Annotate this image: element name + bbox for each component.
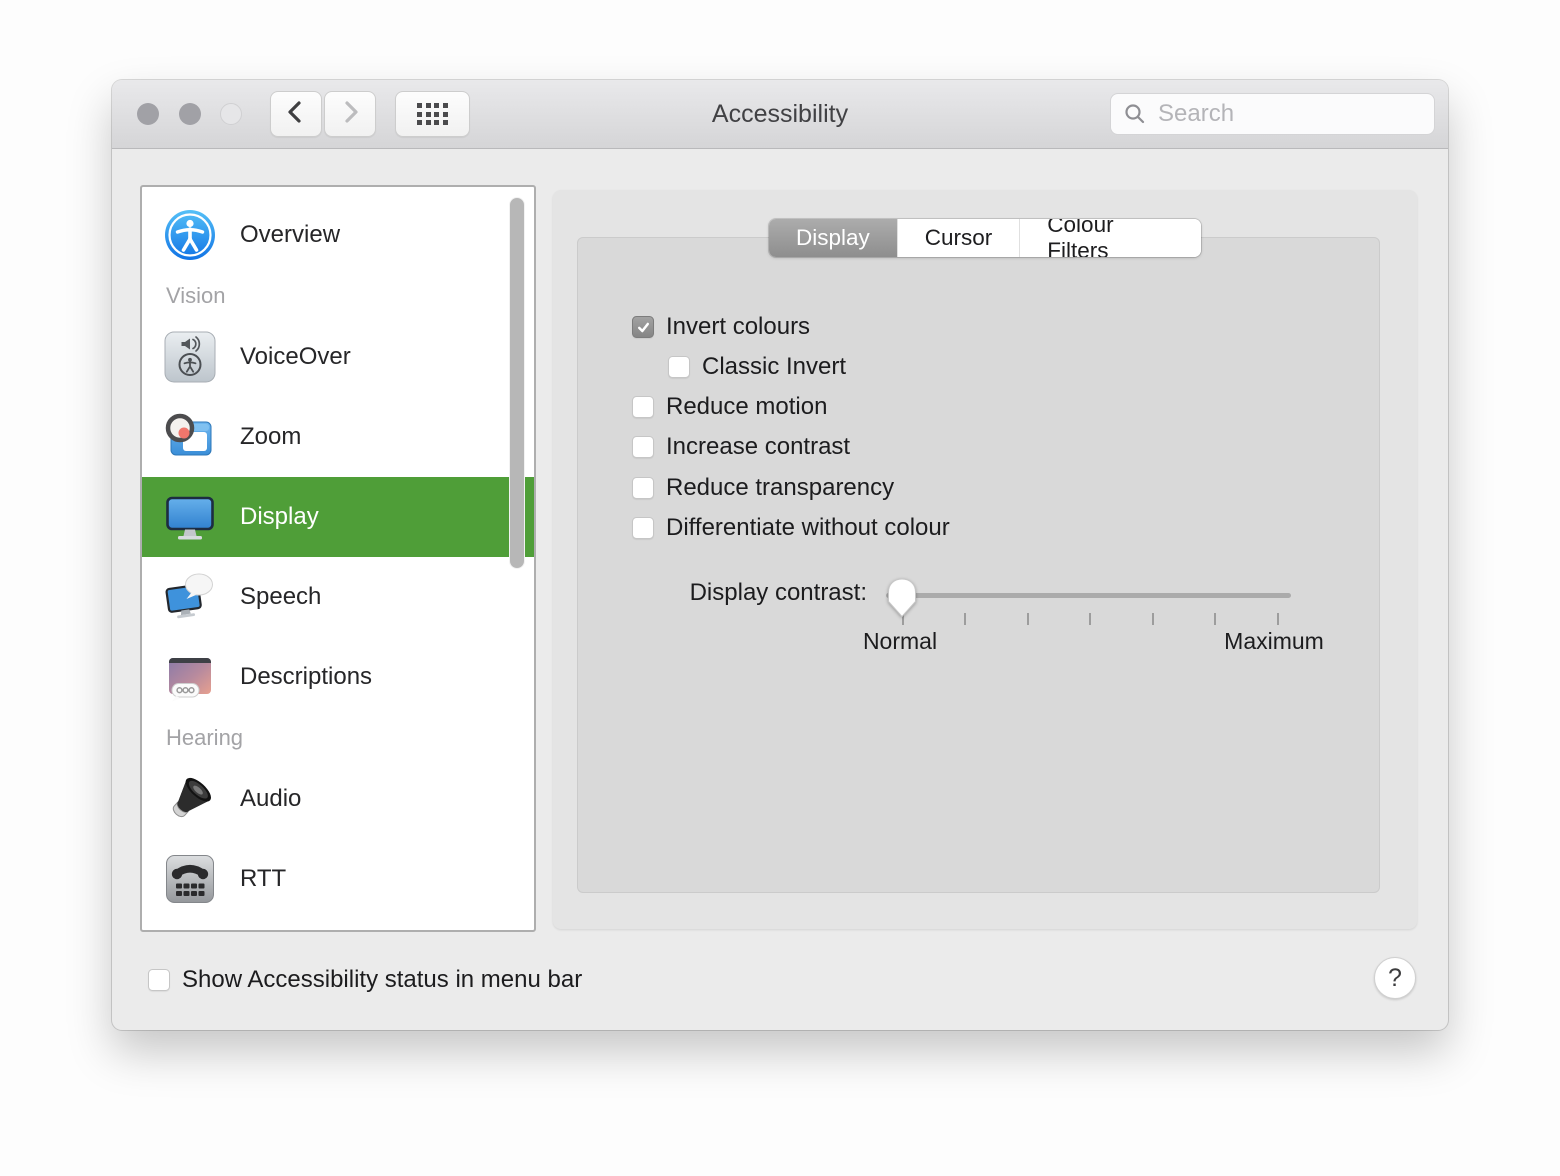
- audio-icon: [164, 773, 216, 825]
- sidebar-item-label: Audio: [240, 785, 301, 813]
- voiceover-icon: [164, 331, 216, 383]
- search-field[interactable]: [1110, 93, 1435, 135]
- sidebar-item-label: Speech: [240, 583, 321, 611]
- show-accessibility-status-checkbox[interactable]: [148, 969, 170, 991]
- sidebar-item-audio[interactable]: Audio: [142, 759, 534, 839]
- display-icon: [164, 491, 216, 543]
- sidebar-scrollbar-thumb[interactable]: [509, 197, 525, 569]
- sidebar-item-overview[interactable]: Overview: [142, 195, 534, 275]
- classic-invert-checkbox[interactable]: [668, 356, 690, 378]
- checkbox-label: Classic Invert: [702, 353, 846, 381]
- display-contrast-slider-track[interactable]: [886, 593, 1291, 598]
- reduce-transparency-checkbox[interactable]: [632, 477, 654, 499]
- zoom-icon: [164, 411, 216, 463]
- sidebar-item-label: RTT: [240, 865, 286, 893]
- sidebar-item-voiceover[interactable]: VoiceOver: [142, 317, 534, 397]
- sidebar-item-rtt[interactable]: RTT: [142, 839, 534, 919]
- slider-tick: [1089, 613, 1091, 625]
- display-settings-panel: Invert colours Classic Invert Reduce mot…: [553, 190, 1417, 929]
- increase-contrast-checkbox[interactable]: [632, 436, 654, 458]
- sidebar-item-descriptions[interactable]: Descriptions: [142, 637, 534, 717]
- descriptions-icon: [164, 651, 216, 703]
- sidebar-item-label: Descriptions: [240, 663, 372, 691]
- help-button[interactable]: ?: [1374, 957, 1416, 999]
- footer-status-label: Show Accessibility status in menu bar: [182, 966, 582, 994]
- tab-bar: Display Cursor Colour Filters: [769, 219, 1201, 257]
- tab-label: Cursor: [925, 225, 993, 251]
- checkbox-row-classic-invert: Classic Invert: [668, 347, 846, 387]
- checkbox-label: Invert colours: [666, 313, 810, 341]
- checkbox-row-reduce-transparency: Reduce transparency: [632, 468, 894, 508]
- footer-status-row: Show Accessibility status in menu bar: [148, 966, 582, 994]
- invert-colours-checkbox[interactable]: [632, 316, 654, 338]
- accessibility-overview-icon: [164, 209, 216, 261]
- checkbox-label: Differentiate without colour: [666, 514, 950, 542]
- tab-label: Display: [796, 225, 870, 251]
- search-icon: [1123, 102, 1147, 126]
- rtt-icon: [164, 853, 216, 905]
- slider-tick: [964, 613, 966, 625]
- sidebar-item-label: Zoom: [240, 423, 301, 451]
- checkmark-icon: [636, 320, 651, 335]
- checkbox-row-invert-colours: Invert colours: [632, 307, 810, 347]
- sidebar-item-label: Display: [240, 503, 319, 531]
- preferences-window: Accessibility: [112, 80, 1448, 1030]
- speech-icon: [164, 571, 216, 623]
- sidebar-section-hearing: Hearing: [142, 717, 534, 759]
- sidebar-item-label: Overview: [240, 221, 340, 249]
- slider-tick: [1277, 613, 1279, 625]
- tab-label: Colour Filters: [1047, 219, 1174, 257]
- display-contrast-label: Display contrast:: [690, 579, 867, 607]
- slider-tick: [1214, 613, 1216, 625]
- question-mark-icon: ?: [1388, 964, 1402, 993]
- search-input[interactable]: [1156, 99, 1422, 129]
- differentiate-without-colour-checkbox[interactable]: [632, 517, 654, 539]
- reduce-motion-checkbox[interactable]: [632, 396, 654, 418]
- sidebar-item-display[interactable]: Display: [142, 477, 534, 557]
- tab-display[interactable]: Display: [769, 219, 897, 257]
- sidebar-item-speech[interactable]: Speech: [142, 557, 534, 637]
- checkbox-row-reduce-motion: Reduce motion: [632, 387, 827, 427]
- sidebar-item-label: VoiceOver: [240, 343, 351, 371]
- tab-content-box: Invert colours Classic Invert Reduce mot…: [577, 237, 1380, 893]
- checkbox-row-differentiate-without-colour: Differentiate without colour: [632, 508, 950, 548]
- slider-tick: [1152, 613, 1154, 625]
- sidebar-item-zoom[interactable]: Zoom: [142, 397, 534, 477]
- slider-min-label: Normal: [840, 628, 960, 655]
- display-contrast-slider-thumb[interactable]: [887, 578, 917, 618]
- slider-tick: [1027, 613, 1029, 625]
- tab-colour-filters[interactable]: Colour Filters: [1019, 219, 1201, 257]
- titlebar: Accessibility: [112, 80, 1448, 149]
- checkbox-label: Increase contrast: [666, 433, 850, 461]
- tab-cursor[interactable]: Cursor: [897, 219, 1020, 257]
- sidebar-section-vision: Vision: [142, 275, 534, 317]
- checkbox-label: Reduce motion: [666, 393, 827, 421]
- checkbox-row-increase-contrast: Increase contrast: [632, 427, 850, 467]
- slider-max-label: Maximum: [1214, 628, 1334, 655]
- sidebar: Overview Vision: [140, 185, 536, 932]
- checkbox-label: Reduce transparency: [666, 474, 894, 502]
